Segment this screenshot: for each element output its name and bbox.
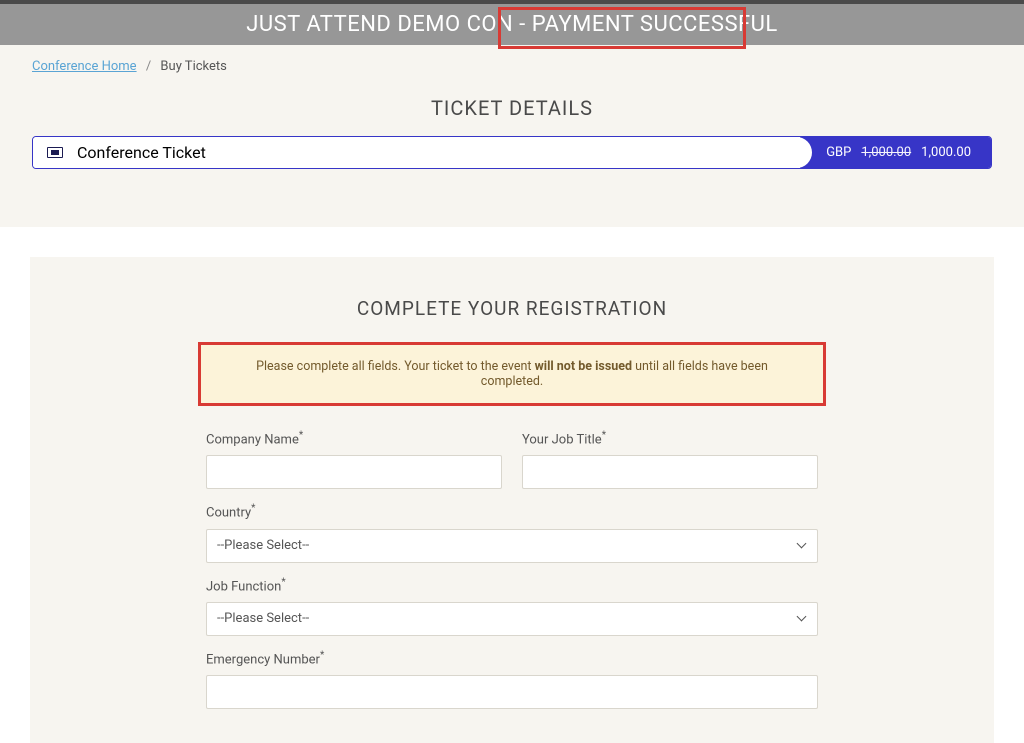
form-row-4: Emergency Number* bbox=[206, 650, 818, 709]
country-select[interactable]: --Please Select-- bbox=[206, 529, 818, 563]
form-row-2: Country* --Please Select-- bbox=[206, 503, 818, 562]
job-function-label: Job Function* bbox=[206, 577, 818, 594]
ticket-bar: Conference Ticket GBP 1,000.00 1,000.00 bbox=[32, 136, 992, 169]
chevron-down-icon bbox=[797, 542, 805, 550]
header-wrap: JUST ATTEND DEMO CON - PAYMENT SUCCESSFU… bbox=[0, 4, 1024, 45]
required-marker: * bbox=[299, 430, 303, 441]
country-label-text: Country bbox=[206, 506, 251, 521]
page-header: JUST ATTEND DEMO CON - PAYMENT SUCCESSFU… bbox=[0, 4, 1024, 45]
original-price: 1,000.00 bbox=[861, 145, 911, 160]
country-group: Country* --Please Select-- bbox=[206, 503, 818, 562]
required-marker: * bbox=[251, 503, 255, 514]
header-title: JUST ATTEND DEMO CON - PAYMENT SUCCESSFU… bbox=[246, 12, 778, 37]
emergency-label: Emergency Number* bbox=[206, 650, 818, 667]
company-group: Company Name* bbox=[206, 430, 502, 489]
notice-box: Please complete all fields. Your ticket … bbox=[198, 342, 826, 406]
ticket-name: Conference Ticket bbox=[77, 143, 206, 162]
notice-wrap: Please complete all fields. Your ticket … bbox=[30, 342, 994, 406]
job-function-label-text: Job Function bbox=[206, 579, 281, 594]
job-function-select-value: --Please Select-- bbox=[217, 611, 309, 626]
breadcrumb-separator: / bbox=[146, 59, 151, 74]
notice-text-pre: Please complete all fields. Your ticket … bbox=[256, 359, 534, 374]
ticket-price-area: GBP 1,000.00 1,000.00 bbox=[800, 137, 991, 168]
ticket-icon bbox=[47, 147, 63, 158]
job-title-group: Your Job Title* bbox=[522, 430, 818, 489]
emergency-input[interactable] bbox=[206, 675, 818, 709]
job-title-label-text: Your Job Title bbox=[522, 432, 602, 447]
breadcrumb-current: Buy Tickets bbox=[160, 59, 226, 74]
chevron-down-icon bbox=[797, 615, 805, 623]
currency-label: GBP bbox=[826, 145, 851, 160]
company-label-text: Company Name bbox=[206, 432, 299, 447]
country-select-value: --Please Select-- bbox=[217, 538, 309, 553]
job-function-select[interactable]: --Please Select-- bbox=[206, 602, 818, 636]
form-row-1: Company Name* Your Job Title* bbox=[206, 430, 818, 489]
company-input[interactable] bbox=[206, 455, 502, 489]
registration-title: COMPLETE YOUR REGISTRATION bbox=[30, 297, 994, 320]
company-label: Company Name* bbox=[206, 430, 502, 447]
job-title-label: Your Job Title* bbox=[522, 430, 818, 447]
breadcrumb-home-link[interactable]: Conference Home bbox=[32, 59, 137, 74]
emergency-group: Emergency Number* bbox=[206, 650, 818, 709]
required-marker: * bbox=[320, 650, 324, 661]
registration-form: Company Name* Your Job Title* Country* bbox=[206, 430, 818, 709]
job-title-input[interactable] bbox=[522, 455, 818, 489]
breadcrumb: Conference Home / Buy Tickets bbox=[32, 59, 992, 74]
form-row-3: Job Function* --Please Select-- bbox=[206, 577, 818, 636]
content-upper: Conference Home / Buy Tickets TICKET DET… bbox=[0, 45, 1024, 227]
required-marker: * bbox=[602, 430, 606, 441]
required-marker: * bbox=[281, 577, 285, 588]
notice-text-bold: will not be issued bbox=[535, 359, 632, 374]
emergency-label-text: Emergency Number bbox=[206, 652, 320, 667]
country-label: Country* bbox=[206, 503, 818, 520]
ticket-section-title: TICKET DETAILS bbox=[32, 96, 992, 120]
current-price: 1,000.00 bbox=[921, 145, 971, 160]
ticket-info: Conference Ticket bbox=[33, 137, 800, 168]
registration-panel: COMPLETE YOUR REGISTRATION Please comple… bbox=[30, 257, 994, 743]
job-function-group: Job Function* --Please Select-- bbox=[206, 577, 818, 636]
registration-outer: COMPLETE YOUR REGISTRATION Please comple… bbox=[0, 227, 1024, 743]
